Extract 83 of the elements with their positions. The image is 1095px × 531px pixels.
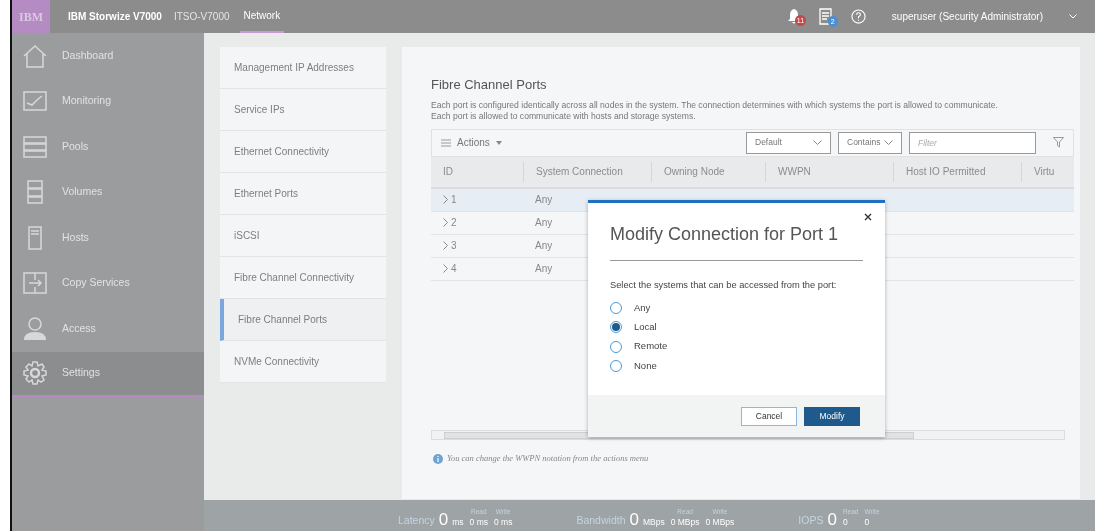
product-name: IBM Storwize V7000 [68,10,162,24]
dialog-title: Modify Connection for Port 1 [610,221,863,261]
metric-unit: MBps [642,516,665,529]
write-value: 0 [864,516,871,529]
sidebar-item[interactable]: Settings [12,351,204,397]
read-value: 0 MBps [670,516,700,529]
read-value: 0 [842,516,849,529]
logo: IBM [12,0,50,33]
column-header[interactable]: WWPN [765,161,893,182]
breadcrumb-tab[interactable]: Network [239,0,285,33]
table-cell-text: 2 [451,216,457,230]
table-cell-text: 4 [451,262,457,276]
chevron-right-icon[interactable] [443,241,448,250]
radio-option[interactable]: Local [610,320,863,335]
description-text: Each port is configured identically across all nodes in the system. The connection determines with which systems the port is allowed to communicate. [431,99,999,111]
person-icon [22,315,48,342]
table-cell-text: Any [534,262,553,276]
chevron-right-icon[interactable] [443,264,448,273]
table-cell-text: Any [534,239,553,253]
submenu-item[interactable]: Ethernet Connectivity [220,131,386,173]
copy-icon [22,270,48,297]
metric-label: Latency [398,513,435,529]
metric-value: 0 [438,511,449,529]
write-value: 0 MBps [705,516,735,529]
storage-icon [22,133,48,160]
filter-field[interactable]: Filter [909,131,1036,154]
submenu-item[interactable]: NVMe Connectivity [220,341,386,383]
sidebar-item[interactable]: Monitoring [12,78,204,124]
column-header[interactable]: System Connection [523,161,651,182]
table-cell-text: 1 [451,193,457,207]
settings-icon [22,360,48,387]
actions-menu[interactable]: Actions [441,135,502,150]
description-text: Each port is allowed to communicate with hosts and storage systems. [431,110,697,122]
match-dropdown[interactable]: Contains [838,131,902,154]
chevron-down-icon[interactable] [1069,14,1077,19]
metric-label: Bandwidth [576,513,626,529]
view-dropdown[interactable]: Default [746,131,831,154]
system-name: ITSO-V7000 [173,10,230,24]
metric-value: 0 [827,511,837,529]
chevron-down-icon [813,140,822,145]
submenu-item[interactable]: Fibre Channel Ports [220,299,386,341]
sidebar-item[interactable]: Copy Services [12,260,204,306]
table-cell-text: Any [534,193,553,207]
close-icon[interactable] [864,213,872,221]
metric-label: IOPS [798,513,824,529]
help-icon[interactable] [850,9,866,24]
radio-option[interactable]: None [610,358,863,373]
sidebar-item[interactable]: Pools [12,124,204,170]
submenu-item[interactable]: Ethernet Ports [220,173,386,215]
column-header[interactable]: Host IO Permitted [893,161,1021,182]
sidebar-item[interactable]: Volumes [12,169,204,215]
dialog-prompt: Select the systems that can be accessed from the port: [610,279,838,292]
write-value: 0 ms [494,516,513,529]
sidebar-item[interactable]: Hosts [12,215,204,261]
submenu-item[interactable]: Service IPs [220,89,386,131]
info-note: You can change the WWPN notation from the actions menu [447,452,649,465]
column-header[interactable]: Virtu [1021,161,1074,182]
radio-option[interactable]: Any [610,300,863,316]
submenu-item[interactable]: iSCSI [220,215,386,257]
clear-filter-icon[interactable] [1053,137,1064,148]
user-menu[interactable]: superuser (Security Administrator) [891,9,1043,24]
submenu-item[interactable]: Management IP Addresses [220,47,386,89]
radio-option[interactable]: Remote [610,339,863,354]
chevron-down-icon [884,140,893,145]
column-header[interactable]: Owning Node [651,161,765,182]
read-value: 0 ms [469,516,488,529]
house-icon [22,42,48,69]
document-icon[interactable] [818,7,832,25]
sidebar-item[interactable]: Access [12,306,204,352]
sidebar-item[interactable]: Dashboard [12,33,204,79]
cancel-button[interactable]: Cancel [741,406,797,426]
list-icon [441,138,451,147]
modify-button[interactable]: Modify [804,406,860,426]
table-cell-text: 3 [451,239,457,253]
info-icon [433,453,443,464]
panel-title: Fibre Channel Ports [431,76,548,94]
caret-icon [495,140,502,145]
metric-value: 0 [629,511,639,529]
table-cell-text: Any [534,216,553,230]
metric-unit: ms [452,516,464,529]
chevron-right-icon[interactable] [443,195,448,204]
column-header[interactable]: ID [431,161,523,182]
chevron-right-icon[interactable] [443,218,448,227]
